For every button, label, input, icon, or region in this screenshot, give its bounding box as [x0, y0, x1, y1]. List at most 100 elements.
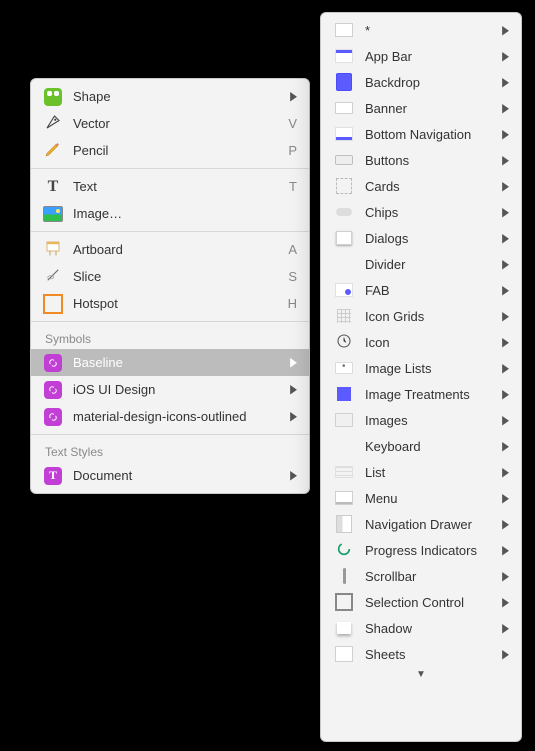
submenu-item-navigation-drawer[interactable]: Navigation Drawer▶: [321, 511, 521, 537]
hotspot-icon: [43, 294, 63, 314]
navdrawer-thumb-icon: [336, 515, 352, 533]
card-thumb-icon: [336, 178, 352, 194]
submenu-item-buttons[interactable]: Buttons▶: [321, 147, 521, 173]
button-thumb-icon: [335, 155, 353, 165]
submenu-item-scrollbar[interactable]: Scrollbar▶: [321, 563, 521, 589]
submenu-item-icon[interactable]: Icon ▶: [321, 329, 521, 355]
submenu-item-shadow[interactable]: Shadow▶: [321, 615, 521, 641]
menu-separator: [31, 231, 309, 232]
submenu-item-progress-indicators[interactable]: Progress Indicators▶: [321, 537, 521, 563]
submenu-item-label: App Bar: [365, 49, 496, 64]
submenu-arrow-icon: ▶: [502, 310, 509, 323]
blank-thumb-icon: [335, 23, 353, 37]
submenu-item-icon-grids[interactable]: Icon Grids ▶: [321, 303, 521, 329]
submenu-item-banner[interactable]: Banner▶: [321, 95, 521, 121]
submenu-item-label: Icon: [365, 335, 496, 350]
menu-item-shortcut: V: [288, 116, 297, 131]
text-style-icon: T: [44, 467, 62, 485]
menu-separator: [31, 321, 309, 322]
menu-item-label: material-design-icons-outlined: [73, 409, 284, 424]
submenu-arrow-icon: ▶: [290, 356, 297, 369]
submenu-item-label: Dialogs: [365, 231, 496, 246]
submenu-item-selection-control[interactable]: Selection Control ▶: [321, 589, 521, 615]
menu-section-header: Text Styles: [31, 439, 309, 462]
submenu-arrow-icon: ▶: [502, 492, 509, 505]
submenu-item-fab[interactable]: FAB▶: [321, 277, 521, 303]
submenu-item-menu[interactable]: Menu ▶: [321, 485, 521, 511]
imagetreatment-thumb-icon: [337, 387, 351, 401]
scrollbar-thumb-icon: [343, 568, 346, 584]
submenu-item-dialogs[interactable]: Dialogs▶: [321, 225, 521, 251]
menu-item-shortcut: P: [288, 143, 297, 158]
sheet-thumb-icon: [335, 646, 353, 662]
empty-thumb-icon: [335, 439, 353, 453]
bottomnav-thumb-icon: [335, 127, 353, 141]
progress-thumb-icon: [336, 541, 352, 560]
menu-item-pencil[interactable]: Pencil P: [31, 137, 309, 164]
banner-thumb-icon: [335, 102, 353, 114]
menu-item-ios-ui-design[interactable]: iOS UI Design ▶: [31, 376, 309, 403]
selectioncontrol-thumb-icon: [335, 593, 353, 611]
submenu-item-label: Scrollbar: [365, 569, 496, 584]
submenu-item-label: Progress Indicators: [365, 543, 496, 558]
artboard-icon: [44, 239, 62, 260]
submenu-item-chips[interactable]: Chips▶: [321, 199, 521, 225]
symbol-icon: [44, 354, 62, 372]
submenu-item-keyboard[interactable]: Keyboard▶: [321, 433, 521, 459]
menu-item-label: Vector: [73, 116, 282, 131]
text-icon: T: [48, 178, 59, 196]
submenu-arrow-icon: ▶: [502, 128, 509, 141]
menu-item-image-[interactable]: Image…: [31, 200, 309, 227]
scroll-down-arrow-icon[interactable]: ▼: [321, 667, 521, 680]
menu-item-label: iOS UI Design: [73, 382, 284, 397]
symbol-icon: [44, 408, 62, 426]
submenu-arrow-icon: ▶: [290, 469, 297, 482]
submenu-arrow-icon: ▶: [502, 596, 509, 609]
submenu-item-label: *: [365, 23, 496, 38]
submenu-item-bottom-navigation[interactable]: Bottom Navigation▶: [321, 121, 521, 147]
menu-item-shape[interactable]: Shape▶: [31, 83, 309, 110]
menu-item-artboard[interactable]: ArtboardA: [31, 236, 309, 263]
submenu-arrow-icon: ▶: [502, 50, 509, 63]
shape-icon: [44, 88, 62, 106]
menu-item-material-design-icons-outlined[interactable]: material-design-icons-outlined▶: [31, 403, 309, 430]
submenu-item-label: Image Lists: [365, 361, 496, 376]
pencil-icon: [44, 140, 62, 161]
submenu-item-app-bar[interactable]: App Bar ▶: [321, 43, 521, 69]
submenu-item-label: Menu: [365, 491, 496, 506]
submenu-item-label: Cards: [365, 179, 496, 194]
list-thumb-icon: [335, 466, 353, 478]
submenu-arrow-icon: ▶: [502, 336, 509, 349]
images-thumb-icon: [335, 413, 353, 427]
baseline-submenu: *▶App Bar▶Backdrop▶Banner▶Bottom Navigat…: [320, 12, 522, 742]
menu-item-hotspot[interactable]: HotspotH: [31, 290, 309, 317]
submenu-item-sheets[interactable]: Sheets▶: [321, 641, 521, 667]
menu-thumb-icon: [335, 491, 353, 505]
submenu-item-divider[interactable]: Divider▶: [321, 251, 521, 277]
menu-item-text[interactable]: TTextT: [31, 173, 309, 200]
submenu-item-backdrop[interactable]: Backdrop▶: [321, 69, 521, 95]
menu-item-baseline[interactable]: Baseline▶: [31, 349, 309, 376]
submenu-item-label: Navigation Drawer: [365, 517, 496, 532]
submenu-item--[interactable]: *▶: [321, 17, 521, 43]
submenu-item-image-lists[interactable]: Image Lists▶: [321, 355, 521, 381]
submenu-arrow-icon: ▶: [290, 383, 297, 396]
menu-item-label: Hotspot: [73, 296, 282, 311]
menu-separator: [31, 168, 309, 169]
submenu-arrow-icon: ▶: [502, 466, 509, 479]
submenu-item-images[interactable]: Images▶: [321, 407, 521, 433]
submenu-arrow-icon: ▶: [502, 388, 509, 401]
menu-item-vector[interactable]: Vector V: [31, 110, 309, 137]
submenu-item-image-treatments[interactable]: Image Treatments▶: [321, 381, 521, 407]
menu-item-label: Image…: [73, 206, 297, 221]
menu-item-document[interactable]: TDocument▶: [31, 462, 309, 489]
submenu-item-label: Selection Control: [365, 595, 496, 610]
menu-item-slice[interactable]: SliceS: [31, 263, 309, 290]
submenu-item-cards[interactable]: Cards▶: [321, 173, 521, 199]
submenu-item-label: Backdrop: [365, 75, 496, 90]
submenu-item-list[interactable]: List▶: [321, 459, 521, 485]
submenu-item-label: Icon Grids: [365, 309, 496, 324]
chip-thumb-icon: [336, 208, 352, 216]
grid-thumb-icon: [337, 309, 351, 323]
menu-item-label: Pencil: [73, 143, 282, 158]
